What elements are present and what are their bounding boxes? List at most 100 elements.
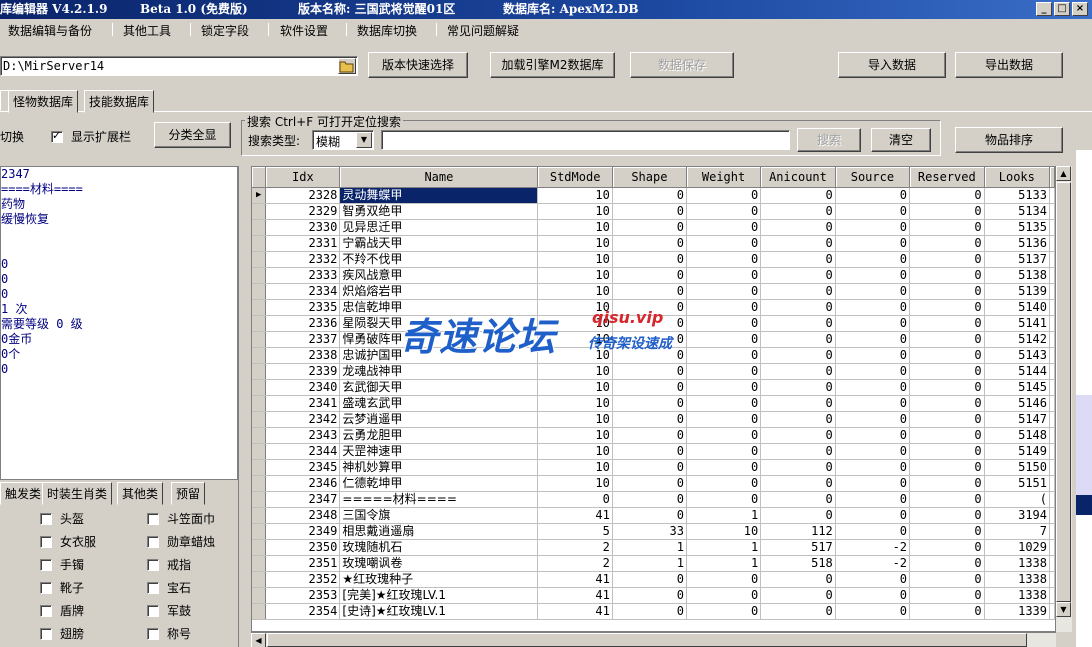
table-cell[interactable]: 星陨裂天甲 [339,315,539,332]
table-cell[interactable]: 0 [612,571,687,588]
table-row[interactable]: 2344 天罡神速甲 10 0 0 0 0 0 5149 [252,443,1055,460]
table-cell[interactable]: 0 [835,331,911,348]
table-cell[interactable]: 0 [909,427,985,444]
table-cell[interactable]: 灵动舞蝶甲 [339,187,539,204]
table-cell[interactable]: 0 [835,315,911,332]
table-cell[interactable]: 5139 [984,283,1051,300]
table-cell[interactable]: 10 [537,395,613,412]
scroll-up-arrow-icon[interactable]: ▲ [1056,166,1071,181]
table-cell[interactable]: 0 [909,299,985,316]
table-cell[interactable]: 2346 [265,475,341,492]
table-cell[interactable]: 1339 [984,603,1051,620]
table-cell[interactable]: 0 [909,283,985,300]
table-cell[interactable]: 0 [760,251,836,268]
row-indicator[interactable] [252,475,267,492]
category-show-all-button[interactable]: 分类全显 [154,122,231,148]
table-cell[interactable]: 0 [909,523,985,540]
table-cell[interactable]: 517 [760,539,836,556]
table-row[interactable]: 2333 疾风战意甲 10 0 0 0 0 0 5138 [252,267,1055,284]
table-cell[interactable]: 2345 [265,459,341,476]
table-cell[interactable]: 0 [612,587,687,604]
table-cell[interactable]: 0 [760,571,836,588]
table-cell[interactable]: 0 [612,203,687,220]
table-cell[interactable]: 0 [686,395,762,412]
search-input[interactable] [381,130,790,150]
row-indicator[interactable] [252,363,267,380]
table-cell[interactable]: 2339 [265,363,341,380]
table-cell[interactable]: 5151 [984,475,1051,492]
table-cell[interactable]: 2350 [265,539,341,556]
table-cell[interactable]: 0 [760,459,836,476]
menu-other-tools[interactable]: 其他工具 [123,22,171,39]
row-indicator[interactable] [252,507,267,524]
row-indicator[interactable] [252,203,267,220]
row-indicator[interactable] [252,347,267,364]
scroll-thumb[interactable] [1056,182,1071,602]
row-indicator[interactable] [252,299,267,316]
table-cell[interactable]: 0 [760,603,836,620]
table-cell[interactable]: 2 [537,539,613,556]
row-indicator[interactable] [252,587,267,604]
show-ext-checkbox[interactable]: ✓ 显示扩展栏 [51,128,131,145]
chevron-down-icon[interactable]: ▼ [356,132,372,148]
column-header[interactable]: StdMode [537,167,613,188]
table-cell[interactable]: 10 [537,299,613,316]
table-cell[interactable]: 1 [686,539,762,556]
export-data-button[interactable]: 导出数据 [955,52,1063,78]
column-header[interactable]: Name [339,167,539,188]
table-cell[interactable]: 5145 [984,379,1051,396]
table-cell[interactable]: 41 [537,603,613,620]
table-cell[interactable]: 0 [760,443,836,460]
table-cell[interactable]: 41 [537,507,613,524]
table-cell[interactable]: 10 [537,203,613,220]
table-cell[interactable]: 2337 [265,331,341,348]
table-cell[interactable]: 0 [835,267,911,284]
row-indicator[interactable] [252,395,267,412]
table-cell[interactable]: 0 [909,267,985,284]
table-cell[interactable]: 0 [612,219,687,236]
row-indicator[interactable] [252,411,267,428]
table-cell[interactable]: 10 [537,475,613,492]
table-cell[interactable]: 0 [835,363,911,380]
table-cell[interactable]: 10 [537,347,613,364]
table-cell[interactable]: 1338 [984,587,1051,604]
table-cell[interactable]: 5136 [984,235,1051,252]
table-cell[interactable]: 5143 [984,347,1051,364]
category-checkbox[interactable]: 靴子 [40,579,84,596]
checkbox-box[interactable] [40,581,52,594]
table-cell[interactable]: 0 [760,267,836,284]
table-cell[interactable]: 0 [686,347,762,364]
table-cell[interactable]: 0 [760,363,836,380]
table-cell[interactable]: 0 [686,187,762,204]
table-cell[interactable]: 智勇双绝甲 [339,203,539,220]
tab-skill-db[interactable]: 技能数据库 [84,90,155,113]
table-cell[interactable]: 0 [612,475,687,492]
category-checkbox[interactable]: 盾牌 [40,602,84,619]
checkbox-box[interactable] [147,512,159,525]
table-cell[interactable]: 0 [686,363,762,380]
splitter[interactable] [238,166,251,647]
row-indicator[interactable] [252,443,267,460]
table-cell[interactable]: 2351 [265,555,341,572]
table-cell[interactable]: 10 [537,331,613,348]
table-cell[interactable]: 5149 [984,443,1051,460]
table-row[interactable]: 2342 云梦逍遥甲 10 0 0 0 0 0 5147 [252,411,1055,428]
table-cell[interactable]: 0 [835,571,911,588]
table-cell[interactable]: 见异思迁甲 [339,219,539,236]
table-cell[interactable]: 2332 [265,251,341,268]
table-cell[interactable]: 忠信乾坤甲 [339,299,539,316]
table-cell[interactable]: 2343 [265,427,341,444]
table-cell[interactable]: 2333 [265,267,341,284]
table-cell[interactable]: 0 [760,411,836,428]
row-indicator[interactable] [252,523,267,540]
table-cell[interactable]: 2331 [265,235,341,252]
table-cell[interactable]: 41 [537,571,613,588]
table-cell[interactable]: 0 [835,603,911,620]
table-row[interactable]: 2330 见异思迁甲 10 0 0 0 0 0 5135 [252,219,1055,236]
table-cell[interactable]: 112 [760,523,836,540]
table-cell[interactable]: 0 [835,299,911,316]
table-cell[interactable]: 2328 [265,187,341,204]
table-cell[interactable]: 0 [909,571,985,588]
table-cell[interactable]: 0 [909,443,985,460]
server-path-field[interactable]: D:\MirServer14 [0,56,358,76]
